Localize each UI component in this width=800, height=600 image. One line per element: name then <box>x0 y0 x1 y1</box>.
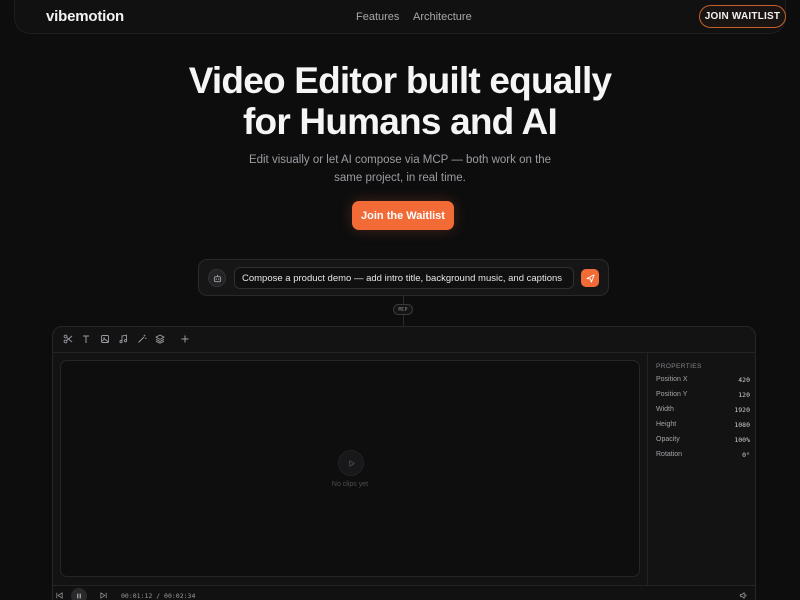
nav-link-features[interactable]: Features <box>356 11 399 23</box>
image-icon[interactable] <box>99 333 111 345</box>
hero-subtitle-line-1: Edit visually or let AI compose via MCP … <box>248 154 552 166</box>
property-row-position-x[interactable]: Position X 420 <box>656 376 750 386</box>
skip-back-icon[interactable] <box>53 589 65 600</box>
pause-icon <box>77 593 81 599</box>
timecode: 00:01:12 / 00:02:34 <box>121 592 196 600</box>
join-waitlist-nav-button[interactable]: JOIN WAITLIST <box>699 5 786 28</box>
property-value[interactable]: 0° <box>742 451 750 459</box>
properties-panel: PROPERTIES Position X 420 Position Y 120… <box>647 353 755 585</box>
play-icon <box>348 459 355 467</box>
play-button[interactable] <box>338 450 364 476</box>
skip-forward-icon[interactable] <box>97 589 109 600</box>
preview-canvas[interactable]: No clips yet <box>60 360 640 577</box>
send-icon <box>585 273 595 283</box>
hero-title-line-2: for Humans and AI <box>243 101 558 142</box>
property-row-rotation[interactable]: Rotation 0° <box>656 451 750 461</box>
property-label: Position X <box>656 376 688 383</box>
property-row-opacity[interactable]: Opacity 100% <box>656 436 750 446</box>
hero-title: Video Editor built equally for Humans an… <box>0 60 800 142</box>
property-row-position-y[interactable]: Position Y 120 <box>656 391 750 401</box>
hero-title-line-1: Video Editor built equally <box>188 60 612 101</box>
text-icon[interactable] <box>80 333 92 345</box>
ai-prompt-input[interactable]: Compose a product demo — add intro title… <box>234 267 574 289</box>
join-waitlist-button[interactable]: Join the Waitlist <box>352 201 454 230</box>
property-value[interactable]: 100% <box>734 436 750 444</box>
layers-icon[interactable] <box>154 333 166 345</box>
editor-toolbar <box>53 327 755 353</box>
magic-wand-icon[interactable] <box>136 333 148 345</box>
robot-icon <box>208 269 226 287</box>
hero-subtitle-line-2: same project, in real time. <box>334 172 466 184</box>
property-value[interactable]: 420 <box>738 376 750 384</box>
property-label: Height <box>656 421 677 428</box>
logo[interactable]: vibemotion <box>46 8 124 25</box>
send-button[interactable] <box>581 269 599 287</box>
timeline-bar: 00:01:12 / 00:02:34 <box>53 585 755 600</box>
top-nav: vibemotion Features Architecture JOIN WA… <box>14 0 786 34</box>
property-row-width[interactable]: Width 1920 <box>656 406 750 416</box>
property-value[interactable]: 1920 <box>734 406 750 414</box>
property-label: Opacity <box>656 436 680 443</box>
plus-icon[interactable] <box>179 333 191 345</box>
property-row-height[interactable]: Height 1080 <box>656 421 750 431</box>
property-label: Rotation <box>656 451 683 458</box>
pause-button[interactable] <box>71 588 87 600</box>
property-value[interactable]: 120 <box>738 391 750 399</box>
property-label: Position Y <box>656 391 688 398</box>
editor-window: No clips yet PROPERTIES Position X 420 P… <box>52 326 756 600</box>
scissors-icon[interactable] <box>62 333 74 345</box>
nav-link-architecture[interactable]: Architecture <box>413 11 472 23</box>
property-value[interactable]: 1080 <box>734 421 750 429</box>
mcp-badge: MCP <box>393 304 413 315</box>
ai-prompt-bar: Compose a product demo — add intro title… <box>198 259 609 296</box>
hero-subtitle: Edit visually or let AI compose via MCP … <box>240 151 560 187</box>
properties-title: PROPERTIES <box>656 363 702 370</box>
property-label: Width <box>656 406 674 413</box>
volume-icon[interactable] <box>737 589 749 600</box>
empty-canvas-text: No clips yet <box>331 481 369 488</box>
music-icon[interactable] <box>117 333 129 345</box>
